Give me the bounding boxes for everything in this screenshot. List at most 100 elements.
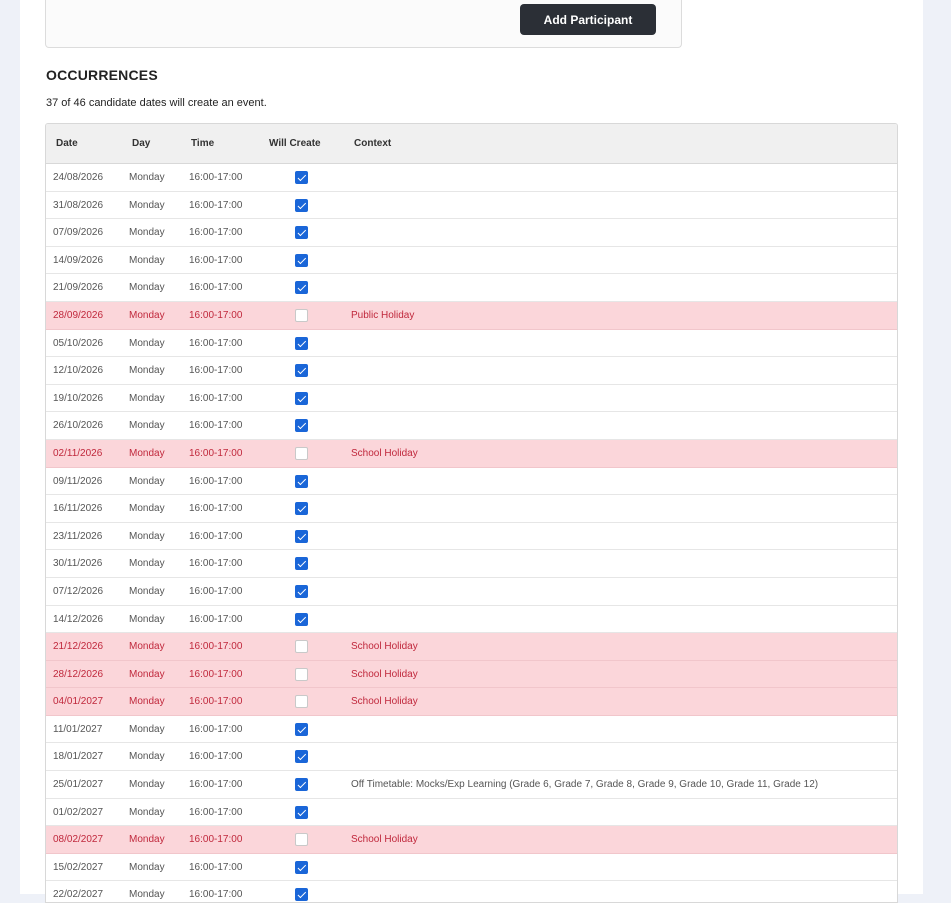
occurrences-summary: 37 of 46 candidate dates will create an … <box>46 97 267 109</box>
will-create-checkbox[interactable] <box>295 695 308 709</box>
cell-time: 16:00-17:00 <box>189 227 243 239</box>
cell-date: 16/11/2026 <box>53 503 103 515</box>
table-row: 24/08/2026 Monday 16:00-17:00 <box>46 164 897 192</box>
cell-time: 16:00-17:00 <box>189 475 243 487</box>
table-row: 18/01/2027 Monday 16:00-17:00 <box>46 743 897 772</box>
will-create-checkbox[interactable] <box>295 860 308 874</box>
occurrences-table: Date Day Time Will Create Context 24/08/… <box>45 123 898 903</box>
cell-day: Monday <box>129 834 165 846</box>
cell-day: Monday <box>129 723 165 735</box>
cell-context: School Holiday <box>351 668 418 680</box>
occurrences-title: OCCURRENCES <box>46 67 158 83</box>
will-create-checkbox[interactable] <box>295 888 308 902</box>
cell-day: Monday <box>129 365 165 377</box>
cell-day: Monday <box>129 806 165 818</box>
will-create-checkbox[interactable] <box>295 805 308 819</box>
cell-date: 08/02/2027 <box>53 834 104 846</box>
cell-date: 24/08/2026 <box>53 172 104 183</box>
table-row: 31/08/2026 Monday 16:00-17:00 <box>46 192 897 220</box>
cell-time: 16:00-17:00 <box>189 696 243 708</box>
will-create-checkbox[interactable] <box>295 336 308 350</box>
cell-day: Monday <box>129 337 165 349</box>
cell-time: 16:00-17:00 <box>189 558 243 570</box>
table-row: 16/11/2026 Monday 16:00-17:00 <box>46 495 897 523</box>
cell-date: 09/11/2026 <box>53 475 103 487</box>
cell-time: 16:00-17:00 <box>189 861 243 873</box>
will-create-checkbox[interactable] <box>295 474 308 488</box>
cell-time: 16:00-17:00 <box>189 613 243 625</box>
cell-time: 16:00-17:00 <box>189 779 243 791</box>
col-header-context: Context <box>354 138 392 149</box>
page-scroll-track[interactable] <box>937 0 951 894</box>
will-create-checkbox[interactable] <box>295 446 308 460</box>
will-create-checkbox[interactable] <box>295 833 308 847</box>
cell-context: School Holiday <box>351 447 418 459</box>
table-row: 25/01/2027 Monday 16:00-17:00 Off Timetable… <box>46 771 897 799</box>
cell-date: 11/01/2027 <box>53 723 103 735</box>
table-row-excluded: 21/12/2026 Monday 16:00-17:00 School Holida… <box>46 633 897 661</box>
cell-date: 02/11/2026 <box>53 447 103 459</box>
will-create-checkbox[interactable] <box>295 778 308 792</box>
col-header-day: Day <box>132 138 151 149</box>
table-row: 07/12/2026 Monday 16:00-17:00 <box>46 578 897 606</box>
table-row-excluded: 28/09/2026 Monday 16:00-17:00 Public Holida… <box>46 301 897 330</box>
cell-date: 18/01/2027 <box>53 751 104 763</box>
col-header-will-create: Will Create <box>269 138 321 149</box>
will-create-checkbox[interactable] <box>295 557 308 571</box>
will-create-checkbox[interactable] <box>295 171 308 184</box>
cell-day: Monday <box>129 861 165 873</box>
col-header-date: Date <box>56 138 78 149</box>
table-row: 09/11/2026 Monday 16:00-17:00 <box>46 468 897 496</box>
will-create-checkbox[interactable] <box>295 308 308 322</box>
cell-day: Monday <box>129 227 165 239</box>
will-create-checkbox[interactable] <box>295 226 308 240</box>
cell-context: Public Holiday <box>351 309 415 321</box>
table-row: 21/09/2026 Monday 16:00-17:00 <box>46 274 897 302</box>
cell-date: 14/12/2026 <box>53 613 104 625</box>
will-create-checkbox[interactable] <box>295 364 308 378</box>
will-create-checkbox[interactable] <box>295 529 308 543</box>
cell-time: 16:00-17:00 <box>189 282 243 294</box>
cell-date: 14/09/2026 <box>53 254 104 266</box>
table-row: 15/02/2027 Monday 16:00-17:00 <box>46 854 897 882</box>
cell-day: Monday <box>129 751 165 763</box>
will-create-checkbox[interactable] <box>295 722 308 736</box>
will-create-checkbox[interactable] <box>295 667 308 681</box>
will-create-checkbox[interactable] <box>295 391 308 405</box>
cell-day: Monday <box>129 503 165 515</box>
will-create-checkbox[interactable] <box>295 502 308 516</box>
will-create-checkbox[interactable] <box>295 281 308 295</box>
cell-time: 16:00-17:00 <box>189 668 243 680</box>
table-row: 14/09/2026 Monday 16:00-17:00 <box>46 247 897 275</box>
cell-time: 16:00-17:00 <box>189 254 243 266</box>
will-create-checkbox[interactable] <box>295 253 308 267</box>
cell-time: 16:00-17:00 <box>189 309 243 321</box>
table-row: 26/10/2026 Monday 16:00-17:00 <box>46 412 897 440</box>
will-create-checkbox[interactable] <box>295 198 308 212</box>
cell-date: 28/09/2026 <box>53 309 104 321</box>
col-header-time: Time <box>191 138 215 149</box>
table-row: 22/02/2027 Monday 16:00-17:00 <box>46 881 897 902</box>
table-row-excluded: 04/01/2027 Monday 16:00-17:00 School Holida… <box>46 688 897 716</box>
cell-time: 16:00-17:00 <box>189 392 243 404</box>
will-create-checkbox[interactable] <box>295 750 308 764</box>
add-participant-button[interactable]: Add Participant <box>520 4 656 35</box>
will-create-checkbox[interactable] <box>295 612 308 626</box>
cell-time: 16:00-17:00 <box>189 172 243 183</box>
cell-time: 16:00-17:00 <box>189 723 243 735</box>
table-row: 05/10/2026 Monday 16:00-17:00 <box>46 330 897 358</box>
cell-time: 16:00-17:00 <box>189 365 243 377</box>
cell-day: Monday <box>129 530 165 542</box>
will-create-checkbox[interactable] <box>295 584 308 598</box>
cell-date: 04/01/2027 <box>53 696 104 708</box>
cell-time: 16:00-17:00 <box>189 530 243 542</box>
cell-date: 07/12/2026 <box>53 585 104 597</box>
will-create-checkbox[interactable] <box>295 640 308 654</box>
cell-time: 16:00-17:00 <box>189 641 243 653</box>
cell-day: Monday <box>129 668 165 680</box>
cell-context: School Holiday <box>351 696 418 708</box>
will-create-checkbox[interactable] <box>295 419 308 433</box>
cell-date: 23/11/2026 <box>53 530 103 542</box>
cell-time: 16:00-17:00 <box>189 503 243 515</box>
cell-date: 26/10/2026 <box>53 420 104 432</box>
